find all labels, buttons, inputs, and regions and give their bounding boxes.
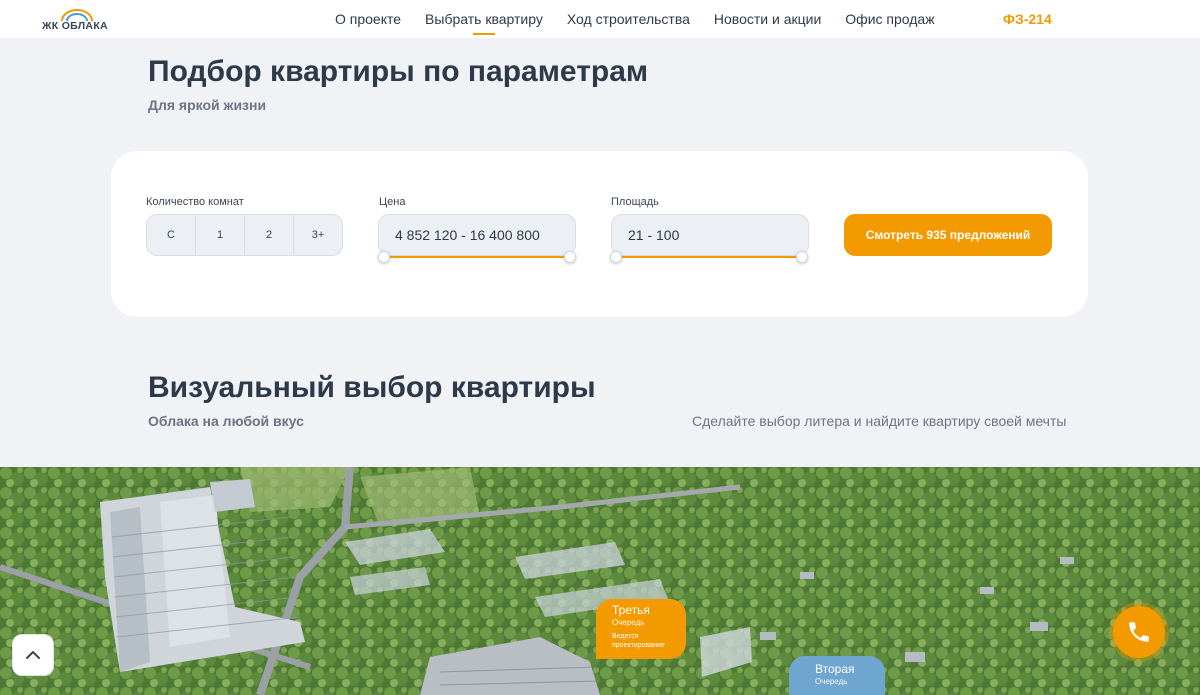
visual-title: Визуальный выбор квартиры — [148, 371, 596, 404]
nav-item-sales-office[interactable]: Офис продаж — [845, 0, 934, 38]
nav-item-construction[interactable]: Ход строительства — [567, 0, 690, 38]
nav-item-about[interactable]: О проекте — [335, 0, 401, 38]
aerial-map[interactable] — [0, 467, 1200, 695]
fz-214-link[interactable]: ФЗ-214 — [1003, 11, 1052, 27]
phase-three-subtitle: Очередь — [612, 618, 645, 627]
price-min-handle[interactable] — [378, 251, 390, 263]
price-range-field[interactable]: 4 852 120 - 16 400 800 — [378, 214, 576, 256]
site-header: ЖК ОБЛАКА О проекте Выбрать квартиру Ход… — [0, 0, 1200, 38]
price-max-handle[interactable] — [564, 251, 576, 263]
rooms-label: Количество комнат — [146, 196, 244, 208]
phone-icon — [1129, 622, 1149, 642]
main-nav: О проекте Выбрать квартиру Ход строитель… — [335, 0, 959, 38]
phase-three-title: Третья — [612, 603, 650, 617]
room-option-studio[interactable]: С — [147, 215, 196, 255]
logo-text: ЖК ОБЛАКА — [42, 20, 108, 32]
call-button[interactable] — [1113, 606, 1165, 658]
area-label: Площадь — [611, 196, 659, 208]
room-option-2[interactable]: 2 — [245, 215, 294, 255]
phone-number-redacted — [1064, 10, 1182, 30]
room-option-1[interactable]: 1 — [196, 215, 245, 255]
phase-two-subtitle: Очередь — [815, 677, 848, 686]
phase-three-status-line1: Ведется — [612, 633, 639, 640]
phase-three-status-line2: проектирование — [612, 642, 665, 649]
filter-title: Подбор квартиры по параметрам — [148, 55, 649, 88]
phase-two-title: Вторая — [815, 662, 855, 676]
phase-two-marker[interactable]: Вторая Очередь — [789, 656, 885, 695]
show-offers-button[interactable]: Смотреть 935 предложений — [844, 214, 1052, 256]
area-max-handle[interactable] — [796, 251, 808, 263]
price-range-track — [384, 256, 571, 258]
scroll-top-button[interactable] — [12, 634, 54, 676]
price-label: Цена — [379, 196, 406, 208]
filter-card: Количество комнат С 1 2 3+ Цена 4 852 12… — [111, 151, 1088, 317]
visual-subtitle: Облака на любой вкус — [148, 413, 304, 429]
aerial-map-illustration — [0, 467, 1200, 695]
area-range-track — [617, 256, 803, 258]
area-range-field[interactable]: 21 - 100 — [611, 214, 809, 256]
phase-three-status: Ведется проектирование — [612, 632, 686, 650]
rooms-selector: С 1 2 3+ — [146, 214, 343, 256]
filter-subtitle: Для яркой жизни — [148, 97, 267, 113]
nav-item-choose-apartment[interactable]: Выбрать квартиру — [425, 0, 543, 38]
chevron-up-icon — [26, 651, 40, 659]
area-min-handle[interactable] — [610, 251, 622, 263]
room-option-3-plus[interactable]: 3+ — [294, 215, 342, 255]
nav-item-news[interactable]: Новости и акции — [714, 0, 821, 38]
phase-three-marker[interactable]: Третья Очередь Ведется проектирование — [596, 599, 686, 659]
visual-hint: Сделайте выбор литера и найдите квартиру… — [692, 413, 1067, 429]
logo[interactable]: ЖК ОБЛАКА — [42, 8, 112, 34]
